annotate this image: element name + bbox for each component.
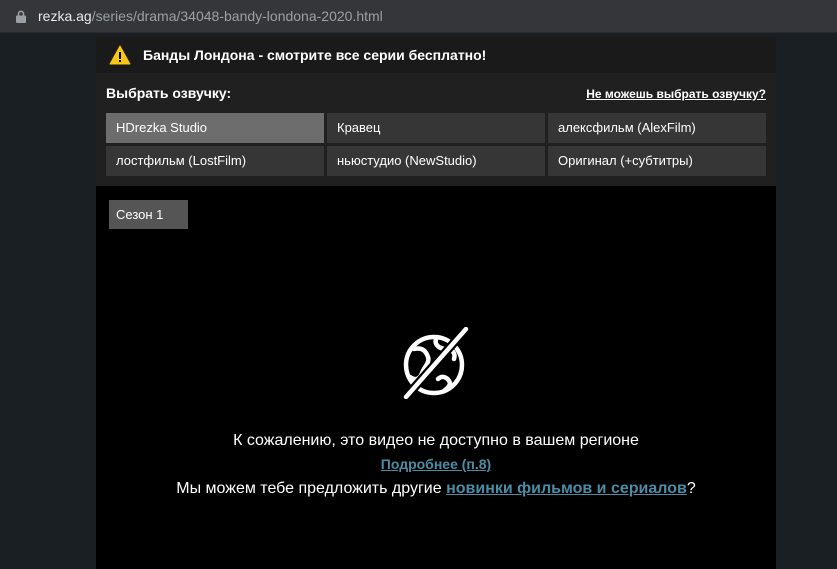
voice-option-lostfilm[interactable]: лостфильм (LostFilm) <box>106 146 324 176</box>
suggestion-line: Мы можем тебе предложить другие новинки … <box>96 480 776 498</box>
suggestion-suffix: ? <box>686 480 696 497</box>
season-tab-1[interactable]: Сезон 1 <box>109 200 188 229</box>
warning-text: Банды Лондона - смотрите все серии беспл… <box>143 47 487 63</box>
voice-option-kravets[interactable]: Кравец <box>327 113 545 143</box>
voice-title: Выбрать озвучку: <box>106 85 232 101</box>
details-link[interactable]: Подробнее (п.8) <box>381 456 491 472</box>
new-releases-link[interactable]: новинки фильмов и сериалов <box>446 480 687 497</box>
globe-crossed-icon <box>402 327 470 399</box>
voice-panel: Выбрать озвучку: Не можешь выбрать озвуч… <box>96 73 776 186</box>
warning-triangle-icon <box>109 45 131 65</box>
player-section: Банды Лондона - смотрите все серии беспл… <box>96 37 776 569</box>
url-host: rezka.ag <box>38 8 92 24</box>
voice-help-link[interactable]: Не можешь выбрать озвучку? <box>586 87 766 101</box>
voice-options: HDrezka Studio Кравец алексфильм (AlexFi… <box>106 113 766 176</box>
region-block-message: К сожалению, это видео не доступно в ваш… <box>233 432 639 449</box>
url-text[interactable]: rezka.ag/series/drama/34048-bandy-london… <box>38 8 383 24</box>
url-path: /series/drama/34048-bandy-londona-2020.h… <box>91 8 383 24</box>
details-line: Подробнее (п.8) <box>96 456 776 472</box>
voice-option-newstudio[interactable]: ньюстудио (NewStudio) <box>327 146 545 176</box>
suggestion-prefix: Мы можем тебе предложить другие <box>176 480 447 497</box>
voice-option-hdrezka-studio[interactable]: HDrezka Studio <box>106 113 324 143</box>
voice-option-original[interactable]: Оригинал (+субтитры) <box>548 146 766 176</box>
address-bar[interactable]: rezka.ag/series/drama/34048-bandy-london… <box>0 0 837 33</box>
warning-bar: Банды Лондона - смотрите все серии беспл… <box>96 37 776 73</box>
voice-option-alexfilm[interactable]: алексфильм (AlexFilm) <box>548 113 766 143</box>
lock-icon[interactable] <box>15 10 27 23</box>
